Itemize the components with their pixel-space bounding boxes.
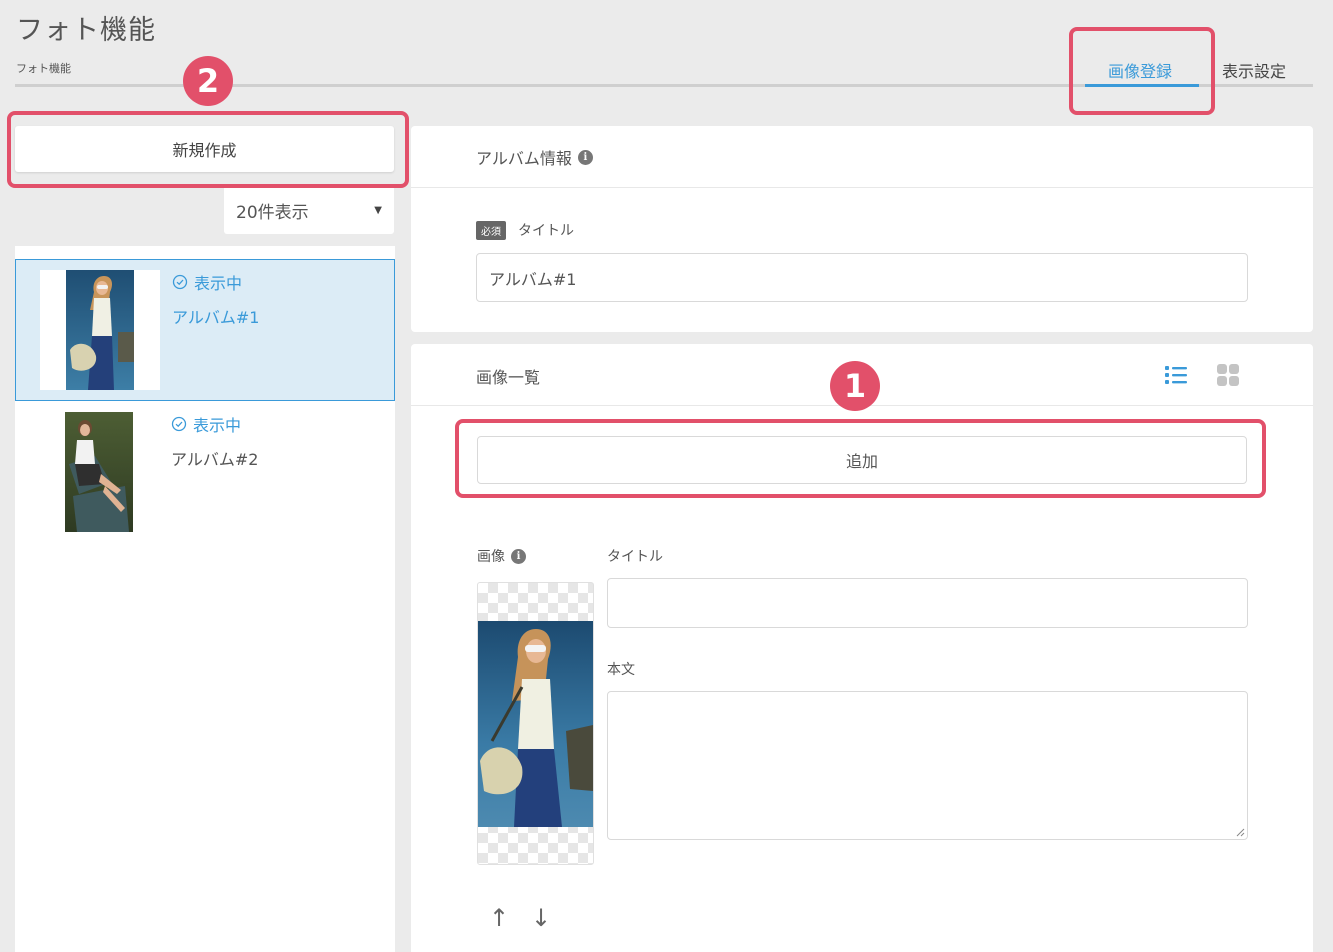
image-body-textarea[interactable] — [607, 691, 1248, 840]
required-badge: 必須 — [476, 220, 506, 240]
album-status-label: 表示中 — [193, 416, 242, 435]
new-album-button[interactable]: 新規作成 — [15, 126, 394, 172]
album-list: 表示中 アルバム#1 表示中 アルバム#2 — [15, 246, 395, 952]
breadcrumb: フォト機能 — [16, 62, 71, 75]
page-size-select[interactable]: 20件表示 ▼ — [224, 186, 394, 234]
arrow-down-icon[interactable]: ↓ — [531, 904, 551, 932]
list-view-icon[interactable] — [1164, 363, 1188, 387]
page-size-select-value: 20件表示 — [236, 202, 309, 223]
album-info-heading-label: アルバム情報 — [476, 149, 572, 168]
annotation-badge-1: 1 — [830, 361, 880, 411]
album-list-item[interactable]: 表示中 アルバム#2 — [15, 402, 395, 544]
album-name: アルバム#1 — [172, 308, 260, 327]
album-name: アルバム#2 — [171, 450, 259, 469]
album-thumbnail — [40, 270, 160, 390]
info-icon[interactable]: i — [511, 548, 526, 564]
image-preview-photo — [478, 621, 593, 827]
dropdown-arrow-icon: ▼ — [374, 204, 382, 216]
image-body-label: 本文 — [607, 662, 635, 678]
page-title: フォト機能 — [16, 15, 156, 46]
image-label: 画像 i — [477, 546, 526, 566]
tab-display-settings[interactable]: 表示設定 — [1222, 58, 1286, 82]
arrow-up-icon[interactable]: ↑ — [489, 904, 509, 932]
album-thumbnail — [39, 412, 159, 532]
album-title-input-value: アルバム#1 — [489, 269, 577, 289]
image-title-input[interactable] — [607, 578, 1248, 628]
image-list-heading: 画像一覧 — [476, 368, 541, 387]
resize-handle-icon[interactable] — [1235, 827, 1245, 837]
album-list-item[interactable]: 表示中 アルバム#1 — [15, 259, 395, 401]
image-label-text: 画像 — [477, 549, 505, 565]
image-title-label: タイトル — [607, 549, 663, 565]
tab-image-registration[interactable]: 画像登録 — [1108, 58, 1172, 82]
album-thumbnail-image — [66, 270, 134, 390]
active-tab-indicator — [1085, 84, 1199, 87]
image-preview[interactable] — [477, 582, 594, 865]
album-title-label: 必須 タイトル — [476, 220, 574, 240]
annotation-badge-2: 2 — [183, 56, 233, 106]
check-circle-icon — [172, 274, 188, 290]
grid-view-icon[interactable] — [1216, 363, 1240, 387]
album-info-panel: アルバム情報 i 必須 タイトル アルバム#1 — [411, 126, 1313, 332]
album-info-heading: アルバム情報 i — [476, 145, 593, 169]
info-icon[interactable]: i — [577, 149, 593, 165]
album-title-label-text: タイトル — [518, 223, 574, 239]
album-status: 表示中 — [171, 412, 241, 436]
album-info-header: アルバム情報 i — [411, 126, 1313, 188]
album-title-input[interactable]: アルバム#1 — [476, 253, 1248, 302]
album-status: 表示中 — [172, 270, 242, 294]
album-thumbnail-image — [65, 412, 133, 532]
add-image-button[interactable]: 追加 — [477, 436, 1247, 484]
check-circle-icon — [171, 416, 187, 432]
album-status-label: 表示中 — [194, 274, 243, 293]
